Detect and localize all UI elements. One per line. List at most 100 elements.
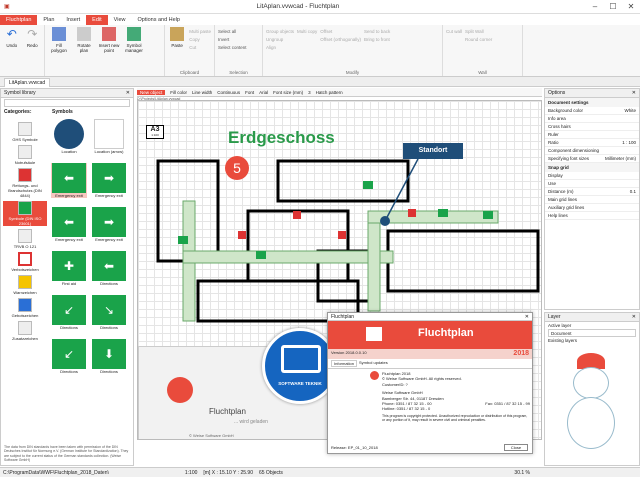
- symbol-emergency-exit[interactable]: ⬅ Emergency exit: [51, 207, 87, 242]
- category-item-selected[interactable]: Symbole (DIN ISO 23601): [3, 201, 47, 226]
- option-row[interactable]: Auxiliary grid lines: [545, 204, 639, 212]
- category-item[interactable]: Gebotszeichen: [3, 298, 47, 318]
- layer-panel: Layer ✕ Active layer Document Existing la…: [544, 312, 640, 466]
- rotate-plan-button[interactable]: Rotate plan: [73, 27, 95, 74]
- symbol-directions[interactable]: ↙ Directions: [51, 295, 87, 330]
- hatch-pattern-dropdown[interactable]: Hatch pattern: [316, 90, 343, 95]
- undo-button[interactable]: ↶ Undo: [3, 27, 21, 74]
- help-lines-row[interactable]: Help lines: [545, 212, 639, 220]
- symbols-grid: Location Location (arrow) ⬅ Emergency exi…: [49, 119, 133, 439]
- option-row[interactable]: Specifying font sizes Millimeter (mm): [545, 155, 639, 163]
- font-label: Font: [245, 89, 255, 95]
- paste-button[interactable]: Paste: [168, 27, 186, 74]
- offset-button[interactable]: Offset: [320, 29, 361, 34]
- redo-button[interactable]: ↷ Redo: [24, 27, 42, 74]
- zoom-level[interactable]: 30.1 %: [514, 470, 530, 476]
- menu-insert[interactable]: Insert: [60, 15, 86, 25]
- invert-button[interactable]: Invert: [218, 37, 247, 42]
- category-item[interactable]: Warnzeichen: [3, 275, 47, 295]
- multi-paste-button[interactable]: Multi paste: [189, 29, 211, 34]
- copy-button[interactable]: Copy: [189, 37, 211, 42]
- align-button[interactable]: Align: [266, 45, 294, 50]
- category-item[interactable]: TRVB O 121: [3, 229, 47, 249]
- close-icon[interactable]: ✕: [622, 2, 640, 11]
- tab-symbol-updates[interactable]: Symbol updates: [359, 360, 388, 367]
- menu-view[interactable]: View: [108, 15, 132, 25]
- symbol-directions[interactable]: ⬇ Directions: [91, 339, 127, 374]
- selection-group: Select all Invert Select content Selection: [215, 25, 263, 76]
- category-item[interactable]: Verbotszeichen: [3, 252, 47, 272]
- line-width-dropdown[interactable]: Line width: [192, 90, 212, 95]
- close-icon[interactable]: ✕: [632, 90, 636, 96]
- library-footnote: The data from DIN standards have been ta…: [4, 445, 129, 462]
- symbol-emergency-exit[interactable]: ⬅ Emergency exit: [51, 163, 87, 198]
- file-menu[interactable]: Fluchtplan: [0, 15, 38, 25]
- close-icon[interactable]: ✕: [632, 314, 636, 320]
- close-icon[interactable]: ✕: [525, 314, 529, 320]
- point-icon: [102, 27, 116, 41]
- symbol-directions[interactable]: ⬅ Directions: [91, 251, 127, 286]
- document-settings-section: Document settings: [545, 98, 639, 107]
- option-row[interactable]: Distance (m) 0.1: [545, 188, 639, 196]
- search-input[interactable]: [4, 99, 130, 107]
- category-item[interactable]: Rettungs- und Brandschutzs (DIN 4844): [3, 168, 47, 198]
- line-style-dropdown[interactable]: Continuous: [217, 90, 240, 95]
- fill-polygon-button[interactable]: Fill polygon: [48, 27, 70, 74]
- symbol-first-aid[interactable]: ✚ First aid: [51, 251, 87, 286]
- dialog-banner: Fluchtplan: [328, 321, 532, 349]
- split-wall-button[interactable]: Split Wall: [465, 29, 492, 34]
- offset-ortho-button[interactable]: Offset (orthogonally): [320, 37, 361, 42]
- exit-sign: [363, 181, 373, 189]
- symbol-directions[interactable]: ↘ Directions: [91, 295, 127, 330]
- bring-front-button[interactable]: Bring to front: [364, 37, 390, 42]
- option-row[interactable]: Cross hairs: [545, 123, 639, 131]
- category-item[interactable]: Notrufsäule: [3, 145, 47, 165]
- font-size-label: Font size (mm): [273, 89, 304, 95]
- close-icon[interactable]: ✕: [126, 90, 130, 96]
- multi-copy-button[interactable]: Multi copy: [297, 29, 317, 34]
- category-item[interactable]: Zusatzzeichen: [3, 321, 47, 341]
- symbol-directions[interactable]: ↙ Directions: [51, 339, 87, 374]
- select-content-button[interactable]: Select content: [218, 45, 247, 50]
- font-size-input[interactable]: 3: [308, 90, 311, 95]
- tab-information[interactable]: Information: [331, 360, 358, 367]
- option-row[interactable]: Background color White: [545, 107, 639, 115]
- insert-point-button[interactable]: Insert new point: [98, 27, 120, 74]
- snowman-image: [563, 353, 623, 453]
- menu-plan[interactable]: Plan: [37, 15, 60, 25]
- maximize-icon[interactable]: ☐: [604, 2, 622, 11]
- categories-label: Categories:: [4, 109, 32, 115]
- symbol-manager-button[interactable]: Symbol manager: [123, 27, 145, 74]
- font-dropdown[interactable]: Arial: [259, 90, 268, 95]
- option-row[interactable]: Ratio 1 : 100: [545, 139, 639, 147]
- document-tab[interactable]: LitAplan.vvwcad: [4, 78, 51, 87]
- menu-edit[interactable]: Edit: [86, 15, 108, 25]
- symbol-location-arrow[interactable]: Location (arrow): [91, 119, 127, 154]
- about-dialog: Fluchtplan ✕ Fluchtplan Version 2018.0.0.…: [327, 312, 533, 454]
- splash-title: Fluchtplan: [209, 407, 246, 416]
- close-button[interactable]: Close: [504, 444, 528, 451]
- minimize-icon[interactable]: –: [586, 2, 604, 11]
- ungroup-button[interactable]: Ungroup: [266, 37, 294, 42]
- symbol-location[interactable]: Location: [51, 119, 87, 154]
- option-row[interactable]: Ruler: [545, 131, 639, 139]
- cut-button[interactable]: Cut: [189, 45, 211, 50]
- group-objects-button[interactable]: Group objects: [266, 29, 294, 34]
- symbol-emergency-exit[interactable]: ➡ Emergency exit: [91, 163, 127, 198]
- snap-grid-section: Snap grid: [545, 163, 639, 172]
- new-object-button[interactable]: New object: [137, 89, 166, 95]
- category-item[interactable]: GHS Symbole: [3, 122, 47, 142]
- symbol-emergency-exit[interactable]: ➡ Emergency exit: [91, 207, 127, 242]
- fill-color-dropdown[interactable]: Fill color: [170, 90, 187, 95]
- select-all-button[interactable]: Select all: [218, 29, 247, 34]
- round-corner-button[interactable]: Round corner: [465, 37, 492, 42]
- cut-wall-button[interactable]: Cut wall: [446, 29, 462, 34]
- option-row[interactable]: Use: [545, 180, 639, 188]
- option-row[interactable]: Component dimensioning: [545, 147, 639, 155]
- active-layer-select[interactable]: Document: [548, 329, 636, 337]
- option-row[interactable]: Info area: [545, 115, 639, 123]
- option-row[interactable]: Display: [545, 172, 639, 180]
- option-row[interactable]: Main grid lines: [545, 196, 639, 204]
- menu-options-help[interactable]: Options and Help: [131, 15, 186, 25]
- send-back-button[interactable]: Send to back: [364, 29, 390, 34]
